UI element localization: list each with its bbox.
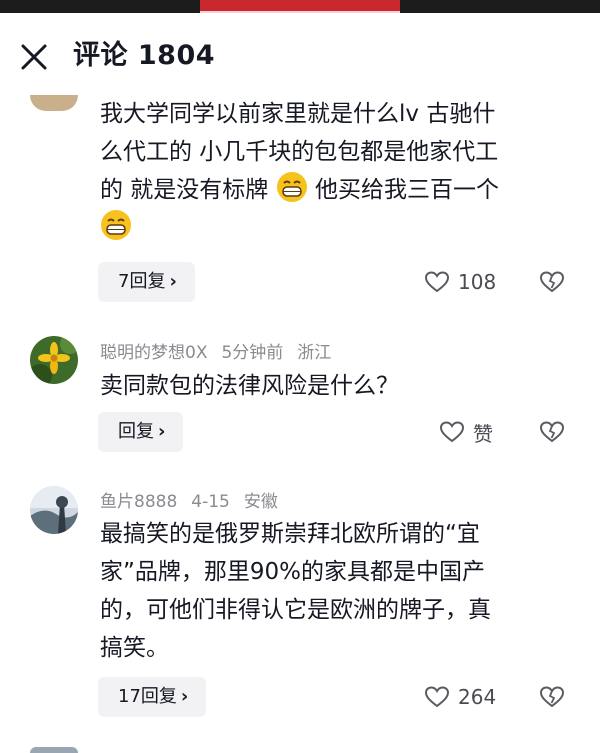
location: 浙江 — [297, 343, 332, 363]
comment-text: 我大学同学以前家里就是什么lv 古驰什 么代工的 小几千块的包包都是他家代工 的… — [100, 95, 570, 247]
comment-text: 卖同款包的法律风险是什么？ — [100, 367, 570, 405]
avatar[interactable] — [30, 747, 78, 753]
landscape-avatar-image — [30, 486, 78, 534]
comment-meta: 聪明的梦想0X 5分钟前 浙江 — [100, 338, 345, 363]
view-replies-button[interactable]: 7回复 › — [98, 262, 195, 302]
close-button[interactable] — [16, 39, 52, 75]
username[interactable]: 鱼片8888 — [100, 492, 177, 512]
chevron-right-icon: › — [169, 271, 177, 292]
dislike-button[interactable] — [539, 269, 565, 295]
heart-icon — [424, 686, 450, 708]
comment-line: 的 就是没有标牌 他买给我三百一个 — [100, 171, 570, 209]
chevron-right-icon: › — [180, 686, 189, 707]
heart-icon — [424, 271, 450, 293]
grin-emoji-icon — [276, 172, 307, 202]
top-video-strip — [0, 0, 600, 13]
chevron-right-icon: › — [158, 421, 166, 442]
like-count: 赞 — [473, 421, 493, 446]
avatar[interactable] — [30, 336, 78, 384]
like-button[interactable]: 264 — [424, 682, 496, 712]
broken-heart-icon — [539, 421, 565, 443]
like-count: 108 — [458, 270, 497, 294]
dislike-button[interactable] — [539, 684, 565, 710]
timestamp: 4-15 — [191, 492, 230, 512]
comment-line: 家”品牌，那里90%的家具都是中国产 — [100, 559, 486, 585]
video-thumbnail-fragment — [200, 0, 400, 11]
comment-line: 我大学同学以前家里就是什么lv 古驰什 — [100, 101, 496, 127]
close-icon — [21, 44, 47, 70]
like-button[interactable]: 108 — [424, 267, 496, 297]
avatar[interactable] — [30, 95, 78, 111]
comment-line — [100, 209, 570, 247]
view-replies-button[interactable]: 17回复 › — [98, 677, 207, 717]
comment-line: 么代工的 小几千块的包包都是他家代工 — [100, 139, 499, 165]
comment-line: 卖同款包的法律风险是什么？ — [100, 373, 399, 399]
comment-text: 最搞笑的是俄罗斯崇拜北欧所谓的“宜 家”品牌，那里90%的家具都是中国产 的，可… — [100, 515, 570, 667]
broken-heart-icon — [539, 686, 565, 708]
comment-line: 最搞笑的是俄罗斯崇拜北欧所谓的“宜 — [100, 521, 480, 547]
username[interactable]: 聪明的梦想0X — [100, 343, 207, 363]
comment-meta: 鱼片8888 4-15 安徽 — [100, 487, 292, 512]
comments-header: 评论 1804 — [0, 13, 600, 95]
heart-icon — [439, 421, 465, 443]
grin-emoji-icon — [101, 210, 131, 240]
timestamp: 5分钟前 — [221, 343, 284, 363]
comment-line: 的，可他们非得认它是欧洲的牌子，真 — [100, 597, 491, 623]
location: 安徽 — [243, 492, 278, 512]
page-title: 评论 1804 — [73, 40, 216, 71]
like-count: 264 — [458, 685, 497, 709]
reply-button[interactable]: 回复 › — [98, 412, 184, 452]
dislike-button[interactable] — [539, 419, 565, 445]
broken-heart-icon — [539, 271, 565, 293]
flower-avatar-image — [30, 336, 78, 384]
comment-line: 搞笑。 — [100, 635, 169, 661]
avatar[interactable] — [30, 486, 78, 534]
like-button[interactable]: 赞 — [439, 417, 493, 447]
